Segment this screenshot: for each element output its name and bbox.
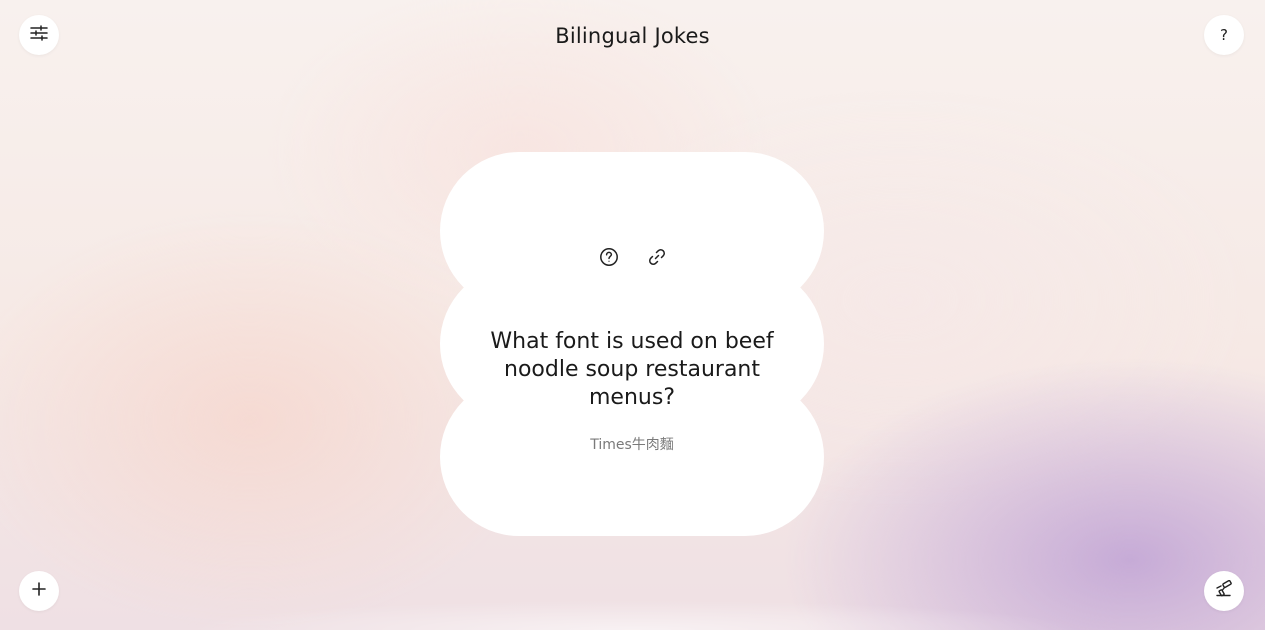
add-button[interactable] [19, 571, 59, 611]
question-circle-icon[interactable] [598, 246, 620, 268]
theme-button[interactable] [1204, 571, 1244, 611]
help-label: ? [1220, 26, 1228, 44]
joke-card: What font is used on beef noodle soup re… [440, 152, 824, 536]
joke-question: What font is used on beef noodle soup re… [490, 329, 774, 410]
background-glow [180, 600, 1085, 630]
link-icon[interactable] [646, 246, 668, 268]
joke-answer: Times牛肉麵 [590, 437, 674, 453]
plus-icon [31, 581, 47, 601]
paint-roller-icon [1215, 579, 1233, 602]
help-button[interactable]: ? [1204, 15, 1244, 55]
app-title: Bilingual Jokes [555, 24, 710, 48]
